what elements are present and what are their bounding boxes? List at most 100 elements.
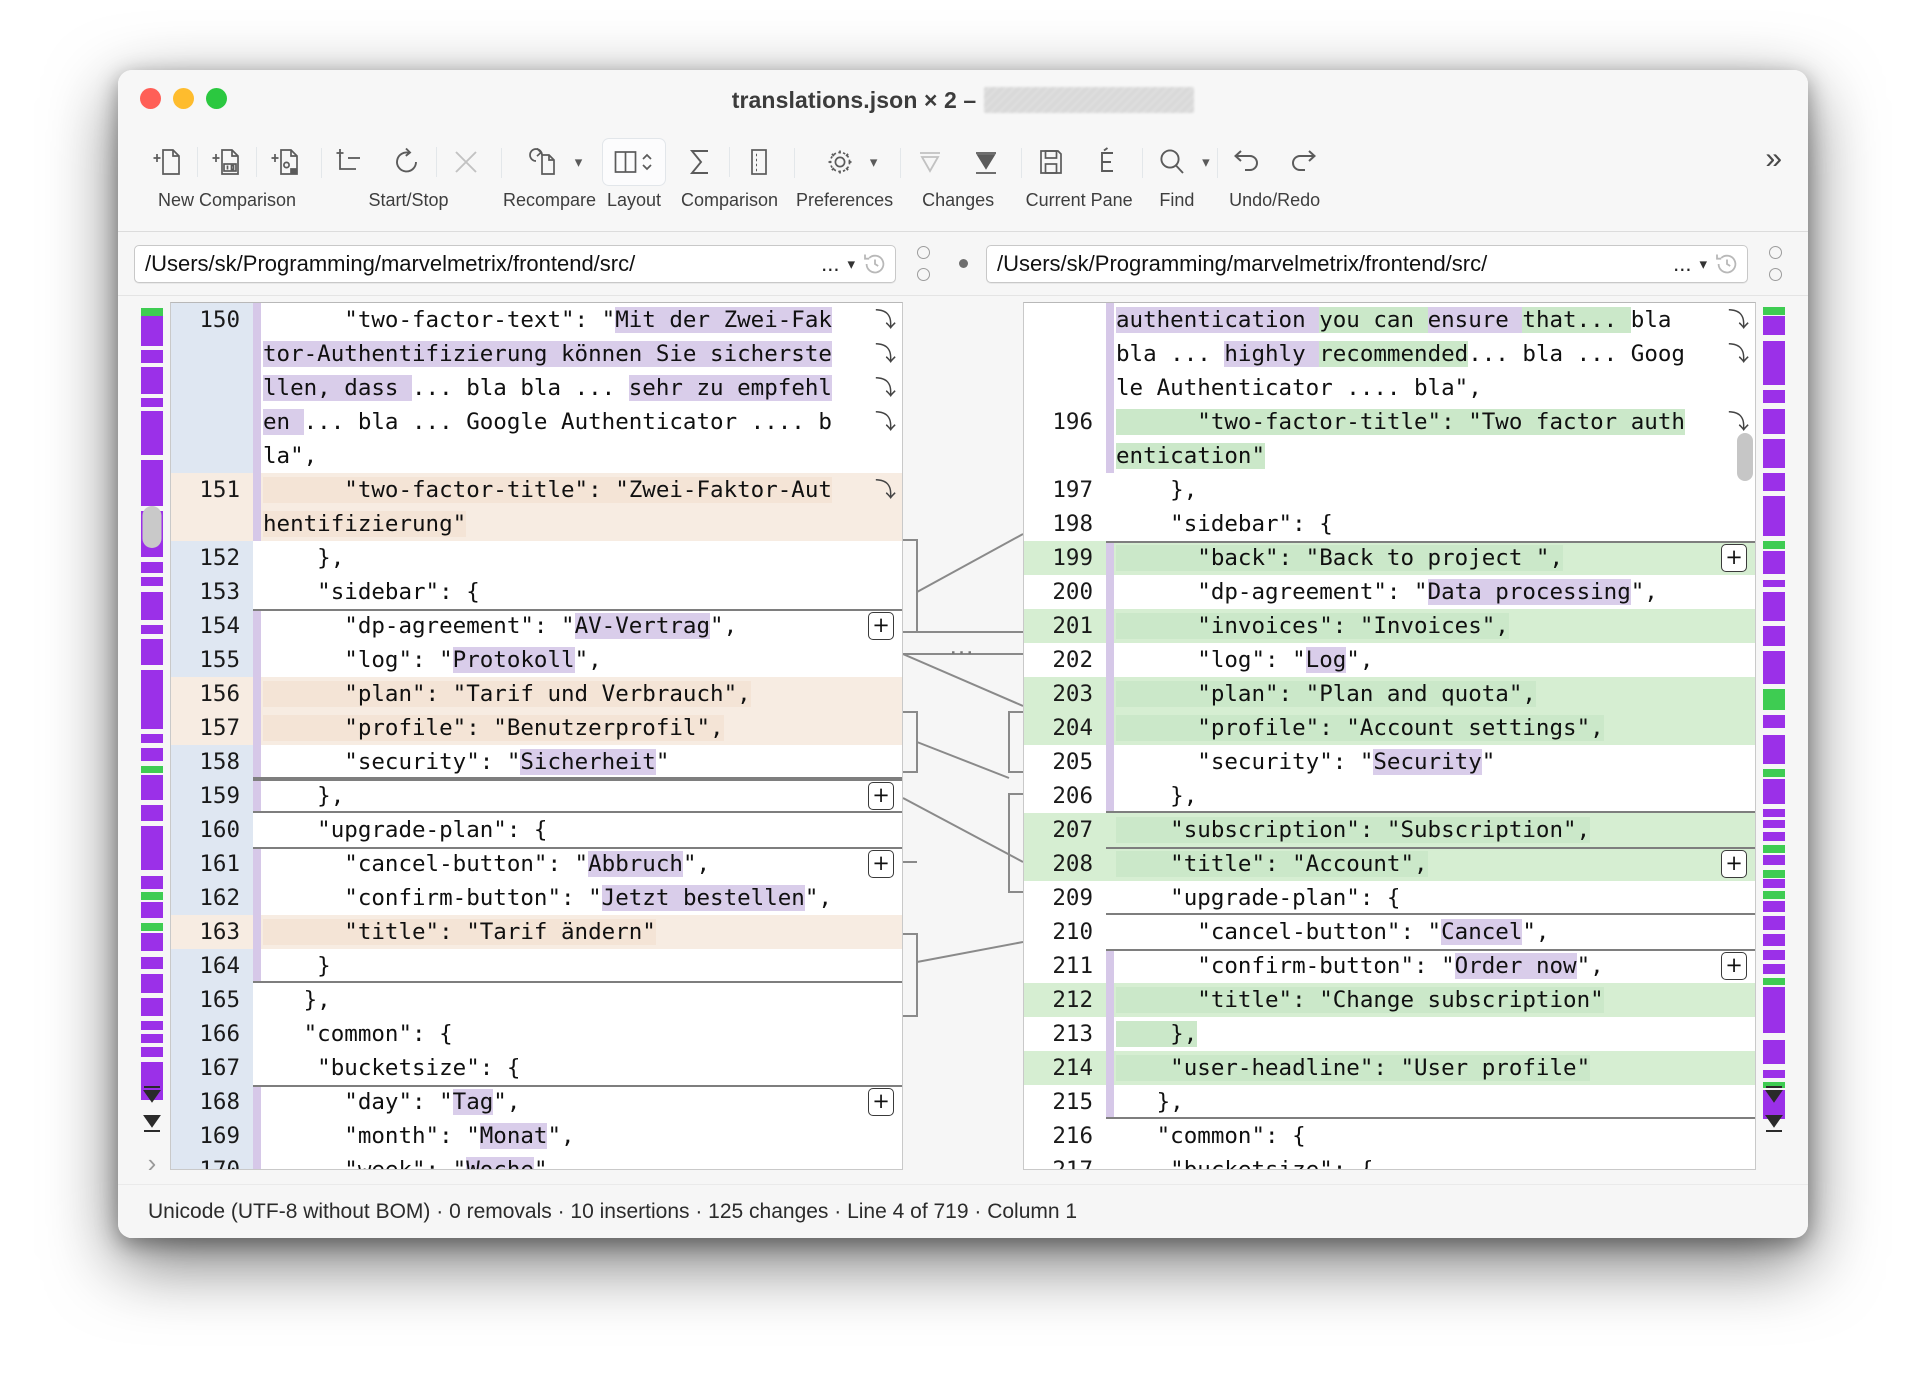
- code-line[interactable]: 198 "sidebar": {: [1024, 507, 1755, 541]
- save-icon[interactable]: [1023, 138, 1079, 186]
- code-line[interactable]: 153 "sidebar": {: [171, 575, 902, 609]
- right-pane-options-handle[interactable]: [1760, 246, 1790, 281]
- left-path-dropdown-caret[interactable]: ▾: [847, 255, 855, 273]
- chevron-down-icon[interactable]: ▾: [870, 153, 878, 171]
- left-diff-pane[interactable]: 150 "two-factor-text": "Mit der Zwei-Fak…: [170, 302, 903, 1170]
- code-line[interactable]: 168 "day": "Tag",: [171, 1085, 902, 1119]
- code-line[interactable]: 197 },: [1024, 473, 1755, 507]
- start-comparison-icon[interactable]: [323, 138, 379, 186]
- code-line[interactable]: 162 "confirm-button": "Jetzt bestellen",: [171, 881, 902, 915]
- code-line[interactable]: 211 "confirm-button": "Order now",: [1024, 949, 1755, 983]
- code-line[interactable]: 150 "two-factor-text": "Mit der Zwei-Fak…: [171, 303, 902, 337]
- toolbar-overflow-button[interactable]: »: [1765, 136, 1786, 174]
- left-change-navigation[interactable]: [141, 1084, 163, 1134]
- code-line[interactable]: 159 },: [171, 779, 902, 813]
- code-line[interactable]: le Authenticator .... bla",: [1024, 371, 1755, 405]
- left-panel-expander-icon[interactable]: ›: [148, 1150, 157, 1176]
- right-change-map[interactable]: [1763, 304, 1785, 1126]
- copy-change-button[interactable]: +: [868, 782, 894, 810]
- new-text-comparison-icon[interactable]: [140, 138, 196, 186]
- code-line[interactable]: 201 "invoices": "Invoices",: [1024, 609, 1755, 643]
- code-line[interactable]: tor-Authentifizierung können Sie sichers…: [171, 337, 902, 371]
- right-change-navigation[interactable]: [1763, 1084, 1785, 1134]
- code-line[interactable]: 169 "month": "Monat",: [171, 1119, 902, 1153]
- new-image-comparison-icon[interactable]: [258, 138, 314, 186]
- code-line[interactable]: 208 "title": "Account",: [1024, 847, 1755, 881]
- layout-icon[interactable]: [602, 138, 667, 186]
- next-change-icon[interactable]: [958, 138, 1014, 186]
- code-line[interactable]: 203 "plan": "Plan and quota",: [1024, 677, 1755, 711]
- code-line[interactable]: 167 "bucketsize": {: [171, 1051, 902, 1085]
- left-path-field[interactable]: /Users/sk/Programming/marvelmetrix/front…: [134, 244, 896, 283]
- copy-change-button[interactable]: +: [868, 612, 894, 640]
- encoding-icon[interactable]: [1079, 138, 1135, 186]
- code-line[interactable]: 164 }: [171, 949, 902, 983]
- chevron-down-icon[interactable]: ▾: [575, 153, 583, 171]
- code-line[interactable]: 214 "user-headline": "User profile": [1024, 1051, 1755, 1085]
- code-line[interactable]: hentifizierung": [171, 507, 902, 541]
- code-line[interactable]: 158 "security": "Sicherheit": [171, 745, 902, 779]
- left-pane-options-handle[interactable]: [908, 246, 938, 281]
- gear-icon[interactable]: [812, 138, 868, 186]
- left-scroll-thumb[interactable]: [142, 506, 162, 548]
- code-line[interactable]: 215 },: [1024, 1085, 1755, 1119]
- code-line[interactable]: authentication you can ensure that... bl…: [1024, 303, 1755, 337]
- history-clock-icon[interactable]: [863, 252, 887, 276]
- history-clock-icon[interactable]: [1715, 252, 1739, 276]
- code-line[interactable]: llen, dass ... bla bla ... sehr zu empfe…: [171, 371, 902, 405]
- code-line[interactable]: 166 "common": {: [171, 1017, 902, 1051]
- code-line[interactable]: 155 "log": "Protokoll",: [171, 643, 902, 677]
- code-line[interactable]: 156 "plan": "Tarif und Verbrauch",: [171, 677, 902, 711]
- code-line[interactable]: bla ... highly recommended... bla ... Go…: [1024, 337, 1755, 371]
- code-line[interactable]: entication": [1024, 439, 1755, 473]
- copy-change-button[interactable]: +: [868, 850, 894, 878]
- code-line[interactable]: 209 "upgrade-plan": {: [1024, 881, 1755, 915]
- code-line[interactable]: 152 },: [171, 541, 902, 575]
- left-change-map[interactable]: [141, 304, 163, 1126]
- copy-change-button[interactable]: +: [868, 1088, 894, 1116]
- code-line[interactable]: 204 "profile": "Account settings",: [1024, 711, 1755, 745]
- stop-icon[interactable]: [438, 138, 494, 186]
- new-binary-comparison-icon[interactable]: [199, 138, 255, 186]
- code-line[interactable]: 206 },: [1024, 779, 1755, 813]
- chevron-down-icon[interactable]: ▾: [1202, 153, 1210, 171]
- summary-sigma-icon[interactable]: [672, 138, 728, 186]
- copy-change-button[interactable]: +: [1721, 544, 1747, 572]
- code-line[interactable]: 160 "upgrade-plan": {: [171, 813, 902, 847]
- code-line[interactable]: 202 "log": "Log",: [1024, 643, 1755, 677]
- code-line[interactable]: en ... bla ... Google Authenticator ....…: [171, 405, 902, 439]
- copy-change-button[interactable]: +: [1721, 850, 1747, 878]
- code-line[interactable]: 212 "title": "Change subscription": [1024, 983, 1755, 1017]
- code-line[interactable]: la",: [171, 439, 902, 473]
- code-line[interactable]: 213 },: [1024, 1017, 1755, 1051]
- code-line[interactable]: 196 "two-factor-title": "Two factor auth…: [1024, 405, 1755, 439]
- copy-change-button[interactable]: +: [1721, 952, 1747, 980]
- code-line[interactable]: 170 "week": "Woche": [171, 1153, 902, 1169]
- right-path-field[interactable]: /Users/sk/Programming/marvelmetrix/front…: [986, 244, 1748, 283]
- right-pane-scrollbar-thumb[interactable]: [1737, 433, 1753, 481]
- change-indicator-bar: [253, 473, 261, 541]
- undo-icon[interactable]: [1219, 138, 1275, 186]
- code-line[interactable]: 200 "dp-agreement": "Data processing",: [1024, 575, 1755, 609]
- code-line[interactable]: 205 "security": "Security": [1024, 745, 1755, 779]
- previous-change-icon[interactable]: [902, 138, 958, 186]
- code-line[interactable]: 207 "subscription": "Subscription",: [1024, 813, 1755, 847]
- code-line[interactable]: 161 "cancel-button": "Abbruch",: [171, 847, 902, 881]
- redo-icon[interactable]: [1275, 138, 1331, 186]
- right-diff-pane[interactable]: authentication you can ensure that... bl…: [1023, 302, 1756, 1170]
- comparison-details-icon[interactable]: [731, 138, 787, 186]
- code-line[interactable]: 163 "title": "Tarif ändern": [171, 915, 902, 949]
- code-line[interactable]: 210 "cancel-button": "Cancel",: [1024, 915, 1755, 949]
- rerun-icon[interactable]: [379, 138, 435, 186]
- recompare-icon[interactable]: [517, 138, 573, 186]
- right-path-dropdown-caret[interactable]: ▾: [1699, 255, 1707, 273]
- code-line[interactable]: 151 "two-factor-title": "Zwei-Faktor-Aut…: [171, 473, 902, 507]
- code-line[interactable]: 165 },: [171, 983, 902, 1017]
- code-line[interactable]: 199 "back": "Back to project ",: [1024, 541, 1755, 575]
- code-line[interactable]: 157 "profile": "Benutzerprofil",: [171, 711, 902, 745]
- code-line[interactable]: 217 "bucketsize": {: [1024, 1153, 1755, 1169]
- code-line[interactable]: 154 "dp-agreement": "AV-Vertrag",: [171, 609, 902, 643]
- code-line[interactable]: 216 "common": {: [1024, 1119, 1755, 1153]
- search-icon[interactable]: [1144, 138, 1200, 186]
- connector-collapsed-indicator[interactable]: …: [949, 632, 978, 658]
